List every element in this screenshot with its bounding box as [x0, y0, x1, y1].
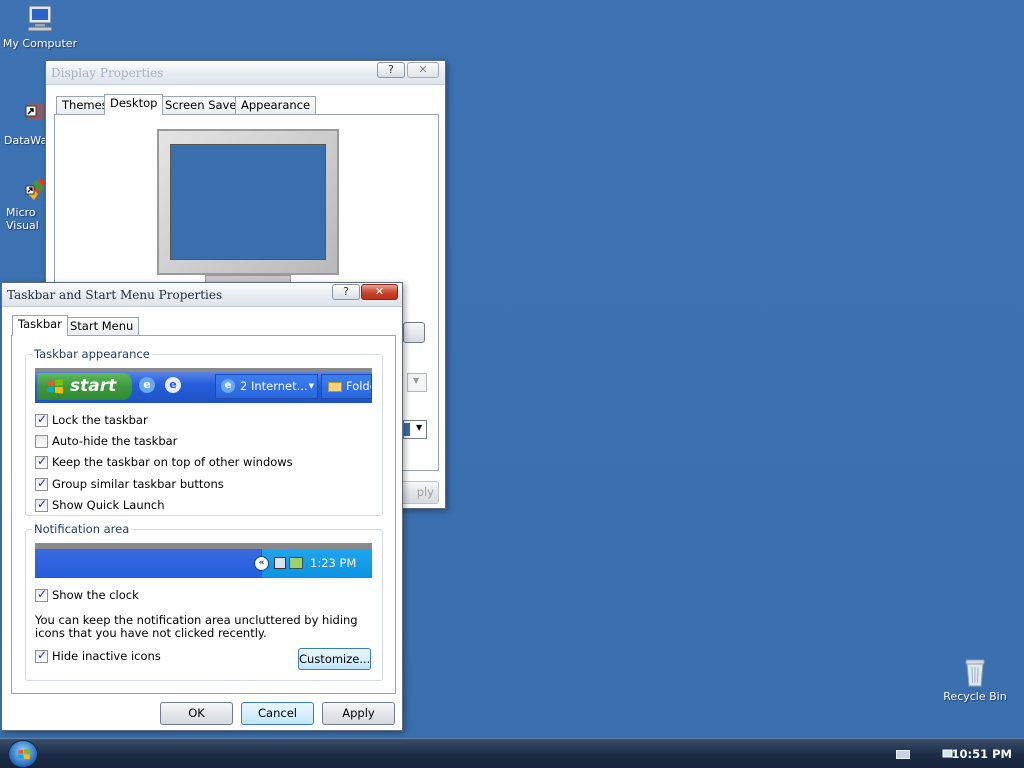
my-computer-icon[interactable]: My Computer [0, 3, 80, 50]
trash-icon [965, 659, 985, 687]
window-title: Taskbar and Start Menu Properties [7, 288, 223, 302]
notification-area-legend: Notification area [32, 522, 132, 536]
taskbar-properties-titlebar[interactable]: Taskbar and Start Menu Properties ? ✕ [2, 283, 402, 307]
taskbar-clock[interactable]: 10:51 PM [952, 747, 1012, 761]
volume-icon [289, 557, 303, 569]
chevron-down-icon: ▼ [308, 382, 314, 390]
checkbox-label: Show the clock [52, 588, 139, 602]
chevron-down-icon: ▼ [413, 376, 420, 385]
tab-screen-saver[interactable]: Screen Saver [159, 96, 248, 114]
tab-desktop[interactable]: Desktop [104, 94, 164, 115]
windows-flag-icon [47, 379, 63, 394]
checkbox-label: Hide inactive icons [52, 649, 161, 663]
show-hidden-icons-icon: « [254, 556, 269, 571]
checkbox-box[interactable] [35, 587, 48, 602]
close-button[interactable]: ✕ [407, 62, 439, 78]
display-properties-titlebar[interactable]: Display Properties ? ✕ [46, 61, 445, 85]
lock-taskbar-checkbox[interactable]: Lock the taskbar [35, 412, 148, 428]
checkbox-label: Group similar taskbar buttons [52, 477, 224, 491]
tab-start-menu[interactable]: Start Menu [64, 317, 140, 335]
cancel-button[interactable]: Cancel [241, 702, 314, 725]
my-computer-label: My Computer [2, 37, 78, 50]
monitor-screen [170, 144, 326, 260]
auto-hide-checkbox[interactable]: Auto-hide the taskbar [35, 433, 177, 449]
color-swatch [404, 423, 410, 436]
browse-button-partial[interactable] [403, 322, 425, 343]
checkbox-box[interactable] [35, 648, 48, 663]
chevron-down-icon: ▼ [416, 423, 423, 432]
tray-preview-clock: 1:23 PM [310, 556, 357, 570]
outlook-express-icon: e [165, 377, 181, 393]
tray-preview: « 1:23 PM [254, 549, 372, 578]
taskbar-appearance-preview: start e e e 2 Internet... ▼ Folde [35, 368, 372, 403]
close-button[interactable]: ✕ [361, 284, 398, 300]
color-dropdown-partial[interactable]: ▼ [403, 420, 427, 439]
network-icon [274, 557, 286, 569]
notification-info-text: You can keep the notification area unclu… [35, 613, 358, 640]
start-button[interactable] [8, 740, 38, 768]
taskbar-tabstrip: Taskbar Start Menu [10, 315, 390, 336]
checkbox-box[interactable] [35, 434, 48, 448]
notification-area-group: Notification area « 1:23 PM Show the clo… [25, 522, 383, 681]
hide-inactive-checkbox[interactable]: Hide inactive icons [35, 648, 161, 664]
tab-appearance[interactable]: Appearance [235, 96, 317, 114]
help-button[interactable]: ? [332, 284, 360, 300]
taskbar-properties-window[interactable]: Taskbar and Start Menu Properties ? ✕ Ta… [1, 282, 403, 731]
preview-task-label: 2 Internet... [240, 379, 308, 393]
keep-on-top-checkbox[interactable]: Keep the taskbar on top of other windows [35, 454, 293, 470]
recycle-bin-label: Recycle Bin [943, 690, 1007, 703]
show-clock-checkbox[interactable]: Show the clock [35, 587, 139, 603]
taskbar-appearance-group: Taskbar appearance start e e e 2 Interne… [25, 347, 383, 516]
shortcut-arrow-icon [25, 104, 44, 120]
checkbox-box[interactable] [35, 476, 48, 491]
internet-explorer-icon: e [139, 377, 155, 393]
ok-button[interactable]: OK [160, 702, 233, 725]
checkbox-label: Keep the taskbar on top of other windows [52, 455, 293, 469]
checkbox-box[interactable] [35, 412, 48, 427]
preview-task-label: Folde [346, 379, 371, 393]
position-dropdown-partial[interactable]: ▼ [407, 373, 427, 392]
recycle-bin-icon[interactable]: Recycle Bin [935, 656, 1015, 703]
taskbar-tab-panel: Taskbar appearance start e e e 2 Interne… [11, 335, 396, 694]
quick-launch-checkbox[interactable]: Show Quick Launch [35, 497, 165, 513]
keyboard-icon[interactable] [896, 750, 910, 759]
notification-preview: « 1:23 PM [35, 543, 372, 578]
tab-taskbar[interactable]: Taskbar [12, 315, 68, 336]
internet-explorer-icon: e [221, 379, 235, 393]
display-tabstrip: Themes Desktop Screen Saver Appearance [54, 94, 444, 115]
visual-studio-icon [25, 178, 46, 200]
monitor-preview [157, 129, 339, 275]
apply-button[interactable]: Apply [322, 702, 395, 725]
folder-icon [328, 382, 342, 392]
preview-start-label: start [70, 376, 117, 396]
checkbox-label: Lock the taskbar [52, 413, 148, 427]
checkbox-label: Auto-hide the taskbar [52, 434, 178, 448]
computer-icon [27, 5, 53, 32]
preview-start-button: start [37, 373, 132, 400]
taskbar: 10:51 PM [0, 738, 1024, 768]
windows-logo-icon [18, 748, 30, 760]
preview-task-folder: Folde [321, 374, 372, 399]
checkbox-box[interactable] [35, 454, 48, 469]
preview-task-internet: e 2 Internet... ▼ [215, 374, 318, 399]
help-button[interactable]: ? [377, 62, 405, 78]
customize-button[interactable]: Customize... [298, 648, 371, 670]
checkbox-box[interactable] [35, 497, 48, 512]
group-buttons-checkbox[interactable]: Group similar taskbar buttons [35, 476, 224, 492]
checkbox-label: Show Quick Launch [52, 498, 165, 512]
window-title: Display Properties [51, 66, 164, 80]
taskbar-appearance-legend: Taskbar appearance [32, 347, 152, 361]
